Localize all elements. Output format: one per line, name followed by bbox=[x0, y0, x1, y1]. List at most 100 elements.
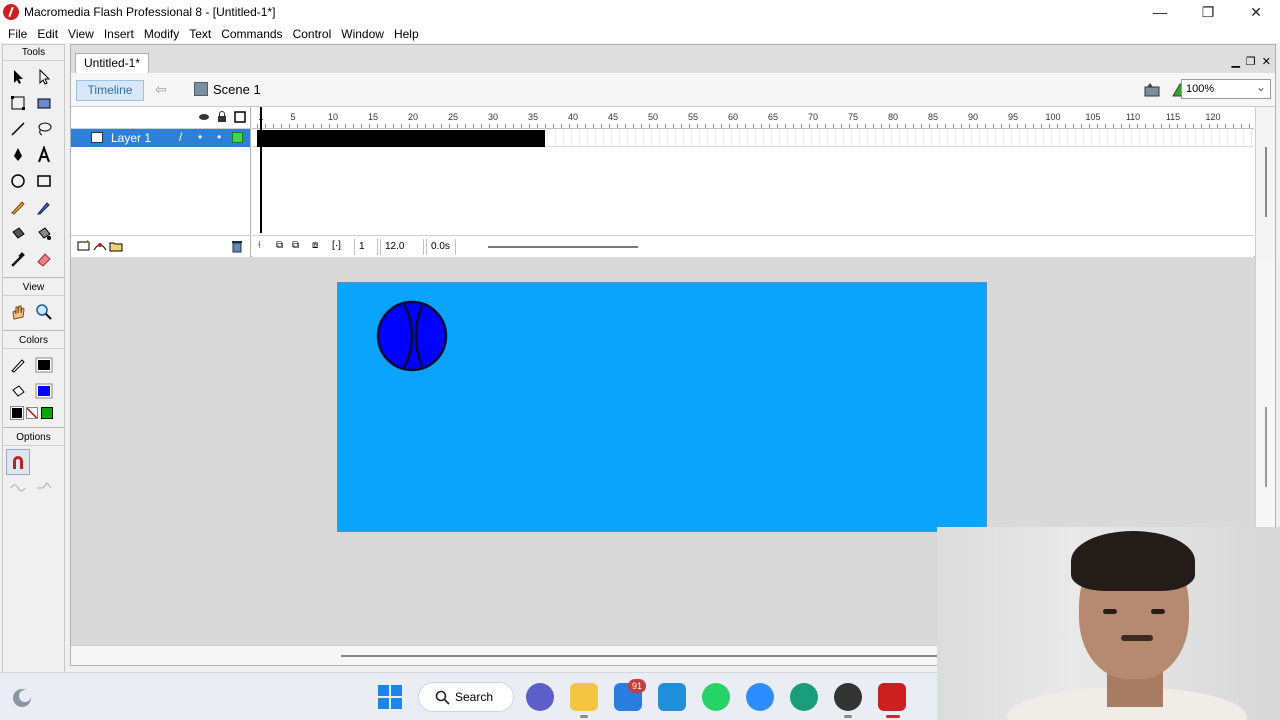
onion-outline-icon[interactable]: ⧉ bbox=[292, 240, 299, 251]
lock-dot-icon[interactable]: • bbox=[217, 130, 221, 144]
menu-control[interactable]: Control bbox=[288, 27, 337, 41]
edit-multiple-frames-icon[interactable]: ⧈ bbox=[312, 240, 318, 251]
taskbar-search[interactable]: Search bbox=[418, 682, 514, 712]
start-button[interactable] bbox=[378, 685, 402, 709]
snap-to-objects-icon[interactable] bbox=[6, 449, 30, 475]
ruler-tickmark bbox=[1241, 124, 1242, 128]
line-icon bbox=[11, 122, 25, 136]
whatsapp-icon[interactable] bbox=[702, 683, 730, 711]
modify-onion-markers-icon[interactable]: [·] bbox=[332, 240, 341, 251]
text-tool[interactable] bbox=[32, 142, 56, 168]
black-white-icon[interactable] bbox=[10, 406, 24, 420]
ruler-tickmark bbox=[785, 124, 786, 128]
brush-tool[interactable] bbox=[32, 194, 56, 220]
ruler-tickmark bbox=[977, 124, 978, 128]
rectangle-tool[interactable] bbox=[32, 168, 56, 194]
zoom-app-icon[interactable] bbox=[746, 683, 774, 711]
doc-minimize-icon[interactable]: ▁ bbox=[1231, 55, 1239, 68]
stage[interactable] bbox=[337, 282, 987, 532]
ball-shape[interactable] bbox=[376, 300, 448, 372]
edge-icon[interactable] bbox=[790, 683, 818, 711]
smooth-icon[interactable] bbox=[6, 475, 30, 501]
frames-area[interactable]: 1510152025303540455055606570758085909510… bbox=[252, 107, 1264, 268]
options-title: Options bbox=[3, 430, 64, 446]
document-tab[interactable]: Untitled-1* bbox=[75, 53, 150, 73]
zoom-select[interactable]: 100% bbox=[1181, 78, 1271, 99]
fill-transform-tool[interactable] bbox=[32, 90, 56, 116]
menu-modify[interactable]: Modify bbox=[139, 27, 184, 41]
obs-icon[interactable] bbox=[834, 683, 862, 711]
add-motion-guide-icon[interactable] bbox=[93, 240, 107, 252]
teams-icon[interactable] bbox=[526, 683, 554, 711]
no-color-icon[interactable] bbox=[26, 407, 38, 419]
stroke-color-swatch[interactable] bbox=[32, 352, 56, 378]
eyedropper-tool[interactable] bbox=[6, 246, 30, 272]
timeline-vscroll[interactable] bbox=[1255, 107, 1275, 257]
eraser-tool[interactable] bbox=[32, 246, 56, 272]
back-arrow-icon[interactable]: ⇦ bbox=[155, 81, 167, 98]
ruler-tickmark bbox=[769, 124, 770, 128]
timeline-button[interactable]: Timeline bbox=[76, 80, 144, 101]
onion-skin-icon[interactable]: ⧉ bbox=[276, 240, 283, 251]
file-explorer-icon[interactable] bbox=[570, 683, 598, 711]
lasso-tool[interactable] bbox=[32, 116, 56, 142]
center-frame-icon[interactable]: ⍿ bbox=[258, 240, 261, 251]
fill-color-swatch[interactable] bbox=[32, 378, 56, 404]
edit-scene-icon[interactable] bbox=[1143, 81, 1161, 99]
ink-bottle-tool[interactable] bbox=[6, 220, 30, 246]
outline-color-icon[interactable] bbox=[232, 132, 243, 143]
visibility-dot-icon[interactable]: • bbox=[198, 130, 202, 144]
line-tool[interactable] bbox=[6, 116, 30, 142]
frame-ruler[interactable]: 1510152025303540455055606570758085909510… bbox=[252, 107, 1264, 129]
oval-icon bbox=[11, 174, 25, 188]
zoom-tool[interactable] bbox=[32, 299, 56, 325]
menu-text[interactable]: Text bbox=[184, 27, 216, 41]
colors-title: Colors bbox=[3, 333, 64, 349]
subselection-tool[interactable] bbox=[32, 64, 56, 90]
menu-view[interactable]: View bbox=[63, 27, 99, 41]
timeline-hscroll[interactable] bbox=[488, 246, 638, 248]
insert-layer-icon[interactable] bbox=[77, 240, 91, 252]
straighten-icon[interactable] bbox=[32, 475, 56, 501]
selection-tool[interactable] bbox=[6, 64, 30, 90]
insert-folder-icon[interactable] bbox=[109, 240, 123, 252]
doc-restore-icon[interactable]: ❐ bbox=[1246, 55, 1256, 68]
pen-tool[interactable] bbox=[6, 142, 30, 168]
ruler-tickmark bbox=[1233, 124, 1234, 128]
free-transform-tool[interactable] bbox=[6, 90, 30, 116]
ruler-tick-label: 120 bbox=[1205, 112, 1221, 122]
ruler-tickmark bbox=[1145, 124, 1146, 128]
outline-icon[interactable] bbox=[234, 111, 246, 123]
menu-edit[interactable]: Edit bbox=[32, 27, 63, 41]
oval-tool[interactable] bbox=[6, 168, 30, 194]
playhead[interactable] bbox=[260, 107, 262, 233]
pencil-tool[interactable] bbox=[6, 194, 30, 220]
ruler-tick-label: 85 bbox=[927, 112, 939, 122]
doc-close-icon[interactable]: ✕ bbox=[1262, 55, 1271, 68]
paint-bucket-tool[interactable] bbox=[32, 220, 56, 246]
lexicon-app-icon[interactable] bbox=[658, 683, 686, 711]
menu-commands[interactable]: Commands bbox=[216, 27, 287, 41]
menu-help[interactable]: Help bbox=[389, 27, 424, 41]
flash-taskbar-icon[interactable] bbox=[878, 683, 906, 711]
frame-rate[interactable]: 12.0 fps bbox=[380, 239, 424, 268]
weather-icon[interactable] bbox=[10, 687, 34, 709]
lock-icon[interactable] bbox=[216, 111, 228, 123]
close-button[interactable]: ✕ bbox=[1232, 0, 1280, 24]
hand-tool[interactable] bbox=[6, 299, 30, 325]
menu-file[interactable]: File bbox=[3, 27, 32, 41]
delete-layer-icon[interactable] bbox=[231, 240, 243, 253]
eye-icon[interactable] bbox=[198, 111, 210, 123]
ruler-tickmark bbox=[545, 124, 546, 128]
ruler-tickmark bbox=[825, 124, 826, 128]
swap-colors-icon[interactable] bbox=[41, 407, 53, 419]
ruler-tickmark bbox=[305, 124, 306, 128]
maximize-button[interactable]: ❐ bbox=[1184, 0, 1232, 24]
keyframe-span[interactable] bbox=[257, 130, 545, 147]
layer-row[interactable]: Layer 1 / • • bbox=[71, 129, 250, 147]
menu-window[interactable]: Window bbox=[336, 27, 389, 41]
stroke-color-pencil-icon bbox=[6, 352, 30, 378]
ruler-tickmark bbox=[609, 124, 610, 128]
minimize-button[interactable]: — bbox=[1136, 0, 1184, 24]
menu-insert[interactable]: Insert bbox=[99, 27, 139, 41]
